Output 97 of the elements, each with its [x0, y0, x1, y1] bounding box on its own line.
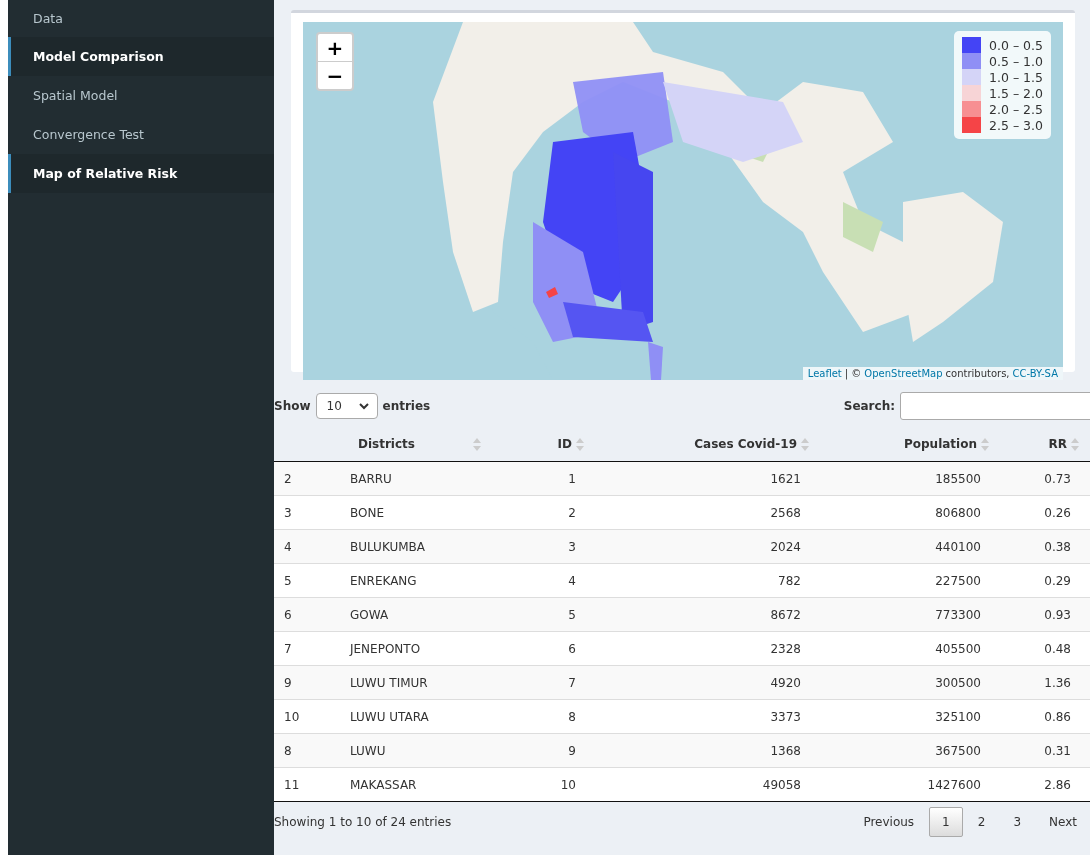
table-cell-text: 6: [283, 607, 293, 622]
table-cell-text: 782: [777, 573, 802, 588]
table-cell-text: 9: [283, 675, 293, 690]
table-cell-text: 1621: [769, 471, 802, 486]
table-cell-text: MAKASSAR: [349, 777, 418, 792]
page-button[interactable]: 2: [964, 807, 999, 837]
table-cell-text: 227500: [934, 573, 982, 588]
table-cell-text: 3: [283, 505, 293, 520]
table-cell-text: 0.73: [1043, 471, 1072, 486]
sort-icon: [1071, 437, 1079, 451]
table-cell-text: JENEPONTO: [348, 641, 422, 656]
table-cell-text: 3: [567, 539, 577, 554]
table-cell-text: 1: [567, 471, 577, 486]
table-cell-text: 8: [283, 743, 293, 758]
table-cell-text: 11: [283, 777, 301, 792]
table-cell-text: 2328: [769, 641, 802, 656]
next-button[interactable]: Next: [1036, 807, 1090, 837]
length-label: Show: [274, 399, 311, 413]
table-cell-text: LUWU TIMUR: [349, 675, 429, 690]
table-cell-text: 4: [283, 539, 293, 554]
table-cell-text: 0.38: [1043, 539, 1072, 554]
attribution-link[interactable]: Leaflet: [807, 368, 842, 379]
table-cell-text: 10: [283, 709, 301, 724]
table-cell-text: 325100: [934, 709, 982, 724]
zoom-out-button[interactable]: −: [318, 61, 352, 89]
legend-label: 0.5 – 1.0: [989, 53, 1043, 69]
legend-label: 0.0 – 0.5: [989, 37, 1043, 53]
page-length-select[interactable]: 10: [315, 393, 378, 419]
table-cell-text: 8: [567, 709, 577, 724]
table-cell-text: 2: [567, 505, 577, 520]
page-button[interactable]: 3: [1000, 807, 1035, 837]
column-header[interactable]: Districts: [358, 437, 415, 451]
table-cell-text: 5: [283, 573, 293, 588]
table-cell-text: GOWA: [349, 607, 390, 622]
sort-icon: [576, 437, 584, 451]
attribution-text: contributors,: [945, 368, 1010, 379]
table-cell-text: LUWU UTARA: [349, 709, 430, 724]
table-cell-text: 4: [567, 573, 577, 588]
table-cell-text: 9: [567, 743, 577, 758]
previous-button[interactable]: Previous: [850, 807, 928, 837]
table-cell-text: 0.26: [1043, 505, 1072, 520]
table-cell-text: 8672: [769, 607, 802, 622]
legend-label: 1.5 – 2.0: [989, 85, 1043, 101]
table-cell-text: 1427600: [926, 777, 982, 792]
table-cell-text: LUWU: [349, 743, 387, 758]
table-cell-text: 0.31: [1043, 743, 1072, 758]
search-label: Search:: [843, 399, 895, 413]
table-cell-text: 1368: [769, 743, 802, 758]
legend-label: 2.0 – 2.5: [989, 101, 1043, 117]
table-cell-text: 2568: [769, 505, 802, 520]
table-cell-text: 5: [567, 607, 577, 622]
table-cell-text: 2: [283, 471, 293, 486]
table-cell-text: 49058: [761, 777, 802, 792]
table-cell-text: 1.36: [1043, 675, 1072, 690]
table-cell-text: BARRU: [349, 471, 393, 486]
sort-icon: [981, 437, 989, 451]
table-cell-text: 0.86: [1043, 709, 1072, 724]
search-field[interactable]: [900, 392, 1090, 420]
table-info: Showing 1 to 10 of 24 entries: [274, 815, 452, 829]
legend-label: 2.5 – 3.0: [989, 117, 1043, 133]
table-cell-text: 2.86: [1043, 777, 1072, 792]
table-cell-text: 367500: [934, 743, 982, 758]
table-cell-text: 0.93: [1043, 607, 1072, 622]
table-cell-text: 3373: [769, 709, 802, 724]
table-cell-text: 806800: [934, 505, 982, 520]
attribution-link[interactable]: OpenStreetMap: [864, 368, 943, 379]
sort-icon: [473, 437, 481, 451]
column-header[interactable]: Population: [903, 437, 977, 451]
table-cell-text: 773300: [934, 607, 982, 622]
table-cell-text: 300500: [934, 675, 982, 690]
length-label: entries: [382, 399, 431, 413]
sidebar-item[interactable]: Map of Relative Risk: [8, 154, 274, 193]
table-cell-text: 10: [559, 777, 577, 792]
table-cell-text: 4920: [769, 675, 802, 690]
legend-label: 1.0 – 1.5: [989, 69, 1043, 85]
table-cell-text: 0.48: [1043, 641, 1072, 656]
page-button[interactable]: 1: [929, 807, 963, 837]
table-cell-text: 185500: [934, 471, 982, 486]
attribution-text: | ©: [844, 368, 862, 379]
sidebar-item[interactable]: Model Comparison: [8, 37, 274, 76]
table-cell-text: 0.29: [1043, 573, 1072, 588]
column-header[interactable]: Cases Covid-19: [694, 437, 797, 451]
attribution-link[interactable]: CC-BY-SA: [1012, 368, 1058, 379]
sort-icon: [801, 437, 809, 451]
table-cell-text: ENREKANG: [349, 573, 418, 588]
table-cell-text: 6: [567, 641, 577, 656]
column-header[interactable]: RR: [1048, 437, 1067, 451]
chevron-icon: [358, 402, 369, 410]
table-cell-text: 405500: [934, 641, 982, 656]
column-header[interactable]: ID: [557, 437, 572, 451]
table-cell-text: 440100: [934, 539, 982, 554]
table-cell-text: BONE: [349, 505, 386, 520]
table-cell-text: BULUKUMBA: [349, 539, 426, 554]
table-cell-text: 2024: [769, 539, 802, 554]
table-cell-text: 7: [283, 641, 293, 656]
table-cell-text: 7: [567, 675, 577, 690]
zoom-in-button[interactable]: +: [318, 34, 352, 61]
